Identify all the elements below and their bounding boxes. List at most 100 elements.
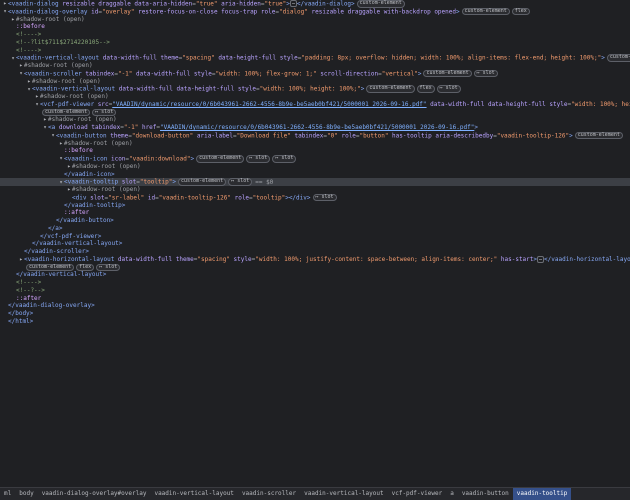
badge-slot[interactable]: ↦ slot (92, 108, 117, 116)
dom-node-row[interactable]: ▸<div slot="sr-label" id="vaadin-tooltip… (0, 193, 630, 202)
dom-node-row[interactable]: ▸</vaadin-tooltip> (0, 202, 630, 210)
dom-node-row[interactable]: ▾<vcf-pdf-viewer src="VAADIN/dynamic/res… (0, 101, 630, 109)
breadcrumb-item[interactable]: vcf-pdf-viewer (388, 488, 447, 500)
node-token: #shadow-root (open) (48, 116, 117, 124)
dom-node-row[interactable]: ▸<vaadin-dialog resizable draggable data… (0, 0, 630, 8)
breadcrumb: ml body vaadin-dialog-overlay#overlay vaadi… (0, 487, 630, 500)
dom-node-row[interactable]: ▾<vaadin-dialog-overlay id="overlay" res… (0, 7, 630, 16)
breadcrumb-item[interactable]: a (446, 488, 458, 500)
badge-custom-element[interactable]: custom-element (356, 0, 405, 8)
dom-node-row[interactable]: ▸#shadow-root (open) (0, 16, 630, 24)
dom-node-row[interactable]: ▸<vaadin-horizontal-layout data-width-fu… (0, 255, 630, 264)
node-token: <!--?--> (16, 286, 45, 294)
node-token: "padding: 8px; overflow: hidden; width: … (301, 54, 602, 62)
dom-node-row[interactable]: ▾<vaadin-button theme="download-button" … (0, 131, 630, 140)
breadcrumb-item[interactable]: vaadin-vertical-layout (150, 488, 237, 500)
dom-node-row[interactable]: ▸</html> (0, 318, 630, 326)
node-token: <vaadin-horizontal-layout (24, 255, 118, 263)
node-token: has-tooltip aria-describedby (388, 132, 494, 139)
badge-slot[interactable]: ↦ slot (246, 155, 271, 163)
dom-node-row[interactable]: ▸custom-elementflex↦ slot (0, 263, 630, 272)
breadcrumb-item[interactable]: vaadin-vertical-layout (300, 488, 387, 500)
dom-node-row[interactable]: ▸#shadow-root (open) (0, 163, 630, 171)
breadcrumb-item[interactable]: vaadin-scroller (238, 488, 300, 500)
dom-node-row[interactable]: ▸</vaadin-dialog-overlay> (0, 302, 630, 310)
dom-node-row[interactable]: ▸#shadow-root (open) (0, 140, 630, 148)
node-token: slot (90, 194, 105, 201)
node-token: </vaadin-scroller> (24, 248, 90, 255)
badge-flex[interactable]: flex (76, 263, 95, 271)
dom-node-row[interactable]: ▸::before (0, 147, 630, 155)
dom-node-row[interactable]: ▸</vaadin-button> (0, 217, 630, 225)
dom-node-row[interactable]: ▸</vaadin-vertical-layout> (0, 240, 630, 248)
dom-node-row[interactable]: ▸</body> (0, 310, 630, 318)
dom-node-row[interactable]: ▸<!--?lit$711$2714220105--> (0, 39, 630, 47)
dom-node-row[interactable]: ▸<!----> (0, 279, 630, 287)
dom-node-row[interactable]: ▸<!----> (0, 47, 630, 55)
node-token: > (474, 124, 478, 131)
dom-node-row[interactable]: ▾<a download tabindex="-1" href="VAADIN/… (0, 124, 630, 132)
badge-slot[interactable]: ↦ slot (96, 263, 121, 271)
badge-custom-element[interactable]: custom-element (606, 54, 630, 62)
dom-node-row[interactable]: ▾<vaadin-tooltip slot="tooltip"> custom-e… (0, 178, 630, 186)
node-token: <!----> (16, 279, 42, 286)
node-token: "tooltip" (252, 194, 286, 201)
node-token: data-width-full data-height-full style (118, 85, 256, 93)
dom-node-row[interactable]: ▸::after (0, 295, 630, 303)
breadcrumb-item[interactable]: ml (0, 488, 15, 500)
breadcrumb-item[interactable]: vaadin-dialog-overlay#overlay (38, 488, 151, 500)
badge-custom-element[interactable]: custom-element (423, 69, 472, 78)
node-token: <!----> (16, 46, 42, 54)
dom-node-row[interactable]: ▸#shadow-root (open) (0, 78, 630, 86)
badge-flex[interactable]: flex (416, 85, 435, 93)
badge-custom-element[interactable]: custom-element (26, 263, 75, 271)
badge-custom-element[interactable]: custom-element (461, 7, 510, 16)
dom-node-row[interactable]: ▾<vaadin-icon icon="vaadin:download"> cus… (0, 155, 630, 163)
dom-node-row[interactable]: ▸#shadow-root (open) (0, 186, 630, 194)
badge-custom-element[interactable]: custom-element (196, 155, 245, 163)
badge-slot[interactable]: ↦ slot (312, 193, 337, 202)
dom-node-row[interactable]: ▾<vaadin-vertical-layout data-width-full… (0, 54, 630, 62)
node-token: "VAADIN/dynamic/resource/0/6b043961-2662… (160, 124, 475, 131)
node-token: <vaadin-vertical-layout (16, 54, 103, 62)
breadcrumb-item[interactable]: vaadin-tooltip (512, 488, 572, 500)
badge-slot[interactable]: ↦ slot (228, 178, 253, 186)
dom-node-row[interactable]: ▸</a> (0, 225, 630, 233)
node-token: has-start (497, 255, 534, 263)
badge-slot[interactable]: ↦ slot (272, 155, 297, 163)
dom-node-row[interactable]: ▸<!----> (0, 31, 630, 39)
node-token: <vaadin-button (56, 132, 111, 139)
dom-node-row[interactable]: ▾<vaadin-scroller tabindex="-1" data-wid… (0, 69, 630, 78)
badge-custom-element[interactable]: custom-element (178, 178, 227, 186)
node-token: role (230, 194, 250, 201)
badge-slot[interactable]: ↦ slot (436, 85, 461, 93)
badge-custom-element[interactable]: custom-element (366, 85, 415, 93)
badge-slot[interactable]: ↦ slot (473, 69, 498, 78)
dom-node-row[interactable]: ▸</vaadin-icon> (0, 171, 630, 179)
node-token: "true" (264, 0, 287, 8)
node-token: #shadow-root (open) (16, 15, 85, 23)
dom-node-row[interactable]: ▸</vaadin-scroller> (0, 248, 630, 256)
dom-node-row[interactable]: ▸</vcf-pdf-viewer> (0, 233, 630, 241)
dom-node-row[interactable]: ▾<vaadin-vertical-layout data-width-full… (0, 85, 630, 93)
dom-node-row[interactable]: ▸<!--?--> (0, 287, 630, 295)
node-token: "vertical" (381, 70, 418, 77)
dom-node-row[interactable]: ▸custom-element↦ slot (0, 108, 630, 117)
badge-custom-element[interactable]: custom-element (574, 131, 623, 140)
node-token: </vaadin-icon> (64, 170, 115, 178)
badge-flex[interactable]: flex (511, 7, 530, 16)
collapsed-content-button[interactable]: … (537, 255, 545, 263)
dom-node-row[interactable]: ▸::before (0, 23, 630, 31)
badge-custom-element[interactable]: custom-element (42, 108, 91, 116)
node-token: "overlay" (101, 8, 135, 15)
dom-node-row[interactable]: ▸#shadow-root (open) (0, 116, 630, 124)
elements-tree[interactable]: ▸<vaadin-dialog resizable draggable data… (0, 0, 630, 488)
node-token: </vcf-pdf-viewer> (40, 232, 102, 240)
dom-node-row[interactable]: ▸</vaadin-vertical-layout> (0, 271, 630, 279)
dom-node-row[interactable]: ▸#shadow-root (open) (0, 93, 630, 101)
breadcrumb-item[interactable]: vaadin-button (458, 488, 513, 500)
breadcrumb-item[interactable]: body (15, 488, 37, 500)
dom-node-row[interactable]: ▸#shadow-root (open) (0, 62, 630, 70)
dom-node-row[interactable]: ▸::after (0, 209, 630, 217)
collapsed-content-button[interactable]: … (289, 0, 297, 8)
